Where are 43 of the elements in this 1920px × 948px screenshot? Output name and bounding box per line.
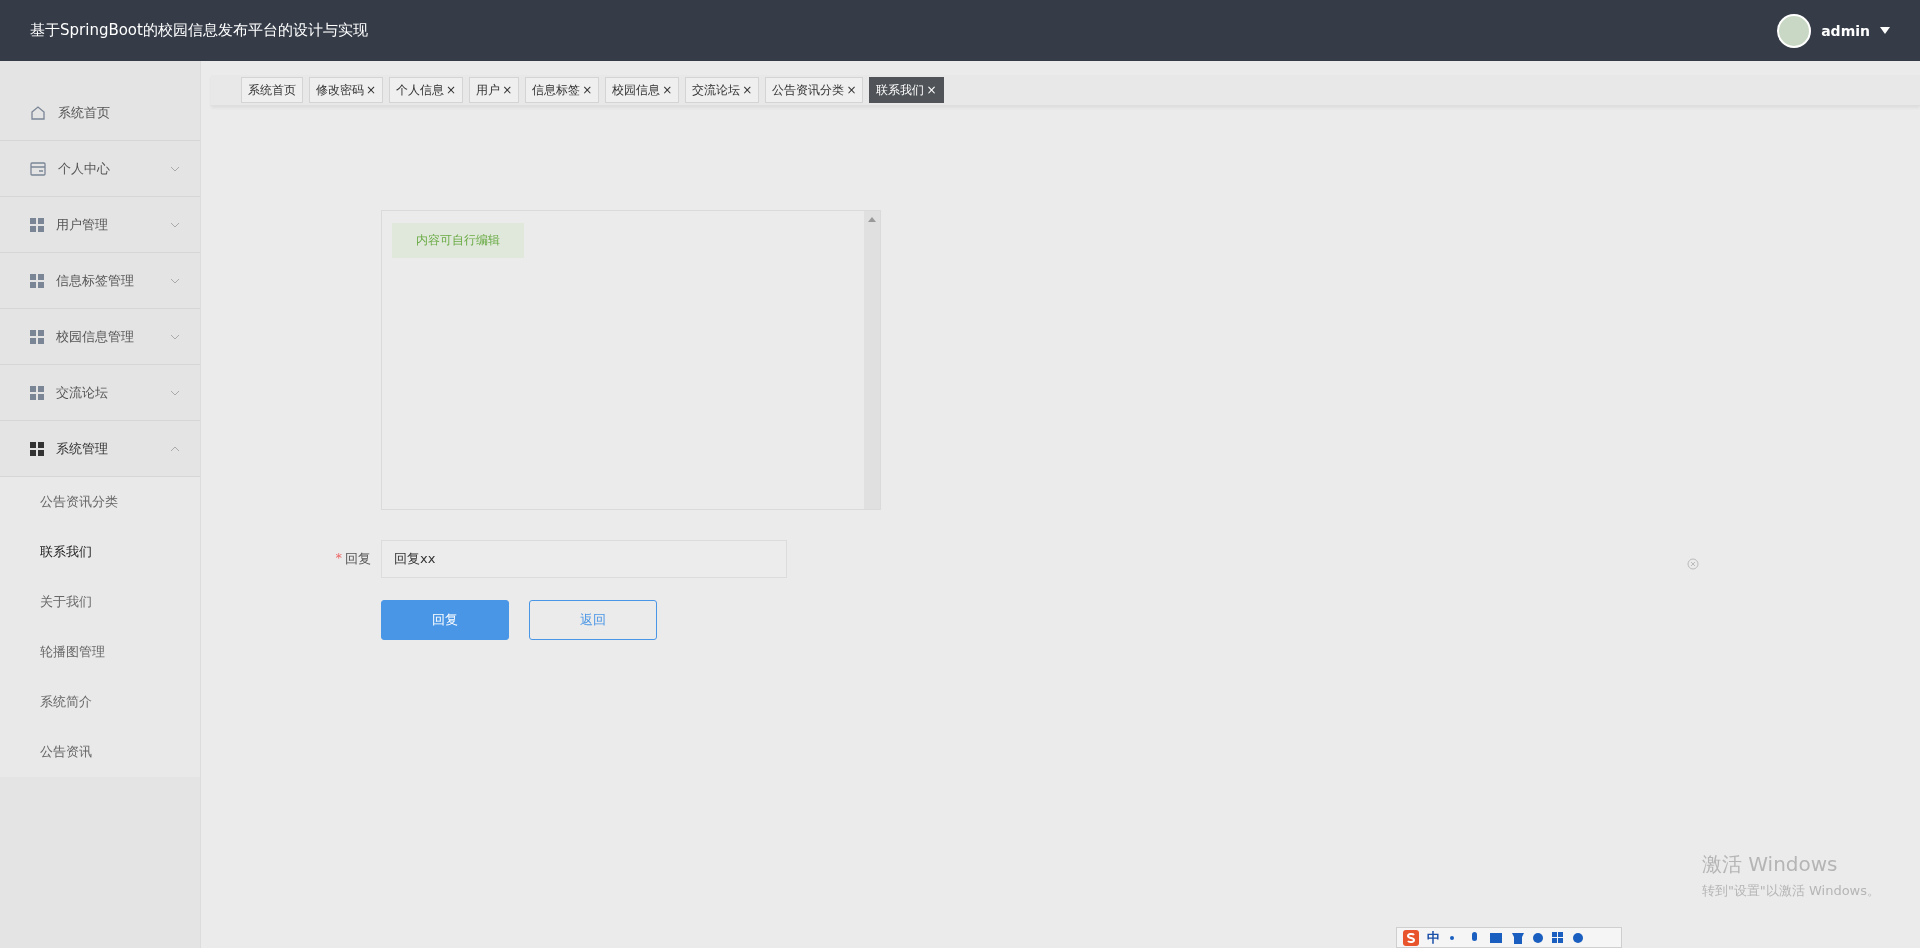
tab[interactable]: 信息标签 × <box>525 77 600 103</box>
avatar[interactable] <box>1777 13 1812 48</box>
tab[interactable]: 交流论坛 × <box>685 77 760 103</box>
tab[interactable]: 系统首页 <box>241 77 303 103</box>
app-title: 基于SpringBoot的校园信息发布平台的设计与实现 <box>30 21 368 40</box>
submenu-item[interactable]: 轮播图管理 <box>0 627 200 677</box>
field-label: * 回复 <box>334 550 371 568</box>
chevron-up-icon <box>170 445 180 452</box>
ime-mode[interactable]: 中 <box>1427 928 1440 947</box>
tab[interactable]: 修改密码 × <box>309 77 384 103</box>
grid-icon <box>30 273 44 288</box>
tab[interactable]: 公告资讯分类 × <box>765 77 864 103</box>
card-icon <box>30 161 46 176</box>
submenu-item[interactable]: 公告资讯 <box>0 727 200 777</box>
chevron-down-icon <box>170 333 180 340</box>
menu-item[interactable]: 信息标签管理 <box>0 253 200 309</box>
tab[interactable]: 联系我们 × <box>869 77 944 103</box>
menu-item[interactable]: 系统首页 <box>0 85 200 141</box>
chevron-down-icon <box>170 165 180 172</box>
grid-icon <box>30 329 44 344</box>
chevron-down-icon <box>170 221 180 228</box>
user-name[interactable]: admin <box>1821 22 1870 39</box>
grid-icon <box>30 217 44 232</box>
tab[interactable]: 用户 × <box>469 77 520 103</box>
menu-item[interactable]: 用户管理 <box>0 197 200 253</box>
menu-item[interactable]: 交流论坛 <box>0 365 200 421</box>
ime-logo-icon[interactable] <box>1403 929 1419 946</box>
chevron-down-icon <box>170 389 180 396</box>
grid-icon <box>30 385 44 400</box>
caret-icon[interactable] <box>1880 27 1890 34</box>
editor-content: 内容可自行编辑 <box>392 223 524 258</box>
tab[interactable]: 校园信息 × <box>605 77 680 103</box>
submenu-item[interactable]: 公告资讯分类 <box>0 477 200 527</box>
menu-item[interactable]: 校园信息管理 <box>0 309 200 365</box>
chevron-down-icon <box>170 277 180 284</box>
menu-item[interactable]: 个人中心 <box>0 141 200 197</box>
submenu-item[interactable]: 关于我们 <box>0 577 200 627</box>
reply-input[interactable]: 回复xx <box>381 540 787 578</box>
grid-icon <box>30 441 44 456</box>
home-icon <box>30 104 46 121</box>
submenu-item[interactable]: 联系我们 <box>0 527 200 577</box>
submenu-item[interactable]: 系统简介 <box>0 677 200 727</box>
tab[interactable]: 个人信息 × <box>389 77 464 103</box>
